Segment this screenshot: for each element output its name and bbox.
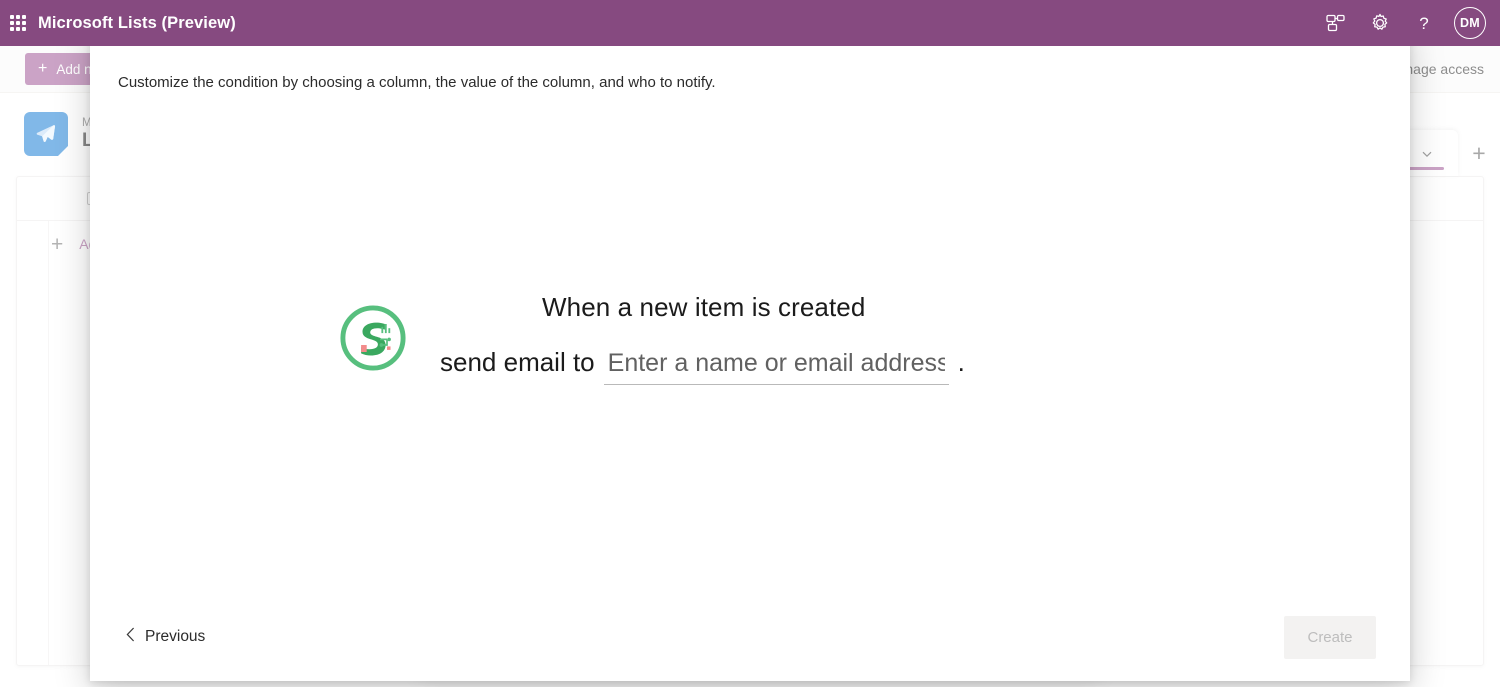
dialog-body: When a new item is created send email to…: [90, 91, 1410, 594]
rule-trailing-period: .: [958, 347, 965, 378]
previous-button[interactable]: Previous: [120, 619, 211, 655]
suite-actions: ? DM: [1318, 5, 1500, 41]
svg-text:?: ?: [1419, 14, 1428, 33]
meet-now-icon[interactable]: [1318, 5, 1354, 41]
dialog-subtitle: Customize the condition by choosing a co…: [118, 74, 1382, 91]
dialog-footer: Previous Create: [90, 593, 1410, 681]
rule-builder: When a new item is created send email to…: [440, 291, 1060, 386]
recipient-input[interactable]: [604, 347, 949, 385]
rule-action-prefix: send email to: [440, 347, 595, 378]
chevron-left-icon: [126, 627, 135, 647]
rule-action-row: send email to .: [440, 347, 1060, 385]
rule-condition-text: When a new item is created: [440, 291, 1060, 324]
create-button[interactable]: Create: [1284, 616, 1376, 659]
previous-button-label: Previous: [145, 628, 205, 646]
app-launcher-waffle-icon[interactable]: [8, 13, 28, 33]
green-circle-s-logo-watermark: [338, 303, 408, 373]
suite-title: Microsoft Lists (Preview): [38, 14, 236, 33]
help-question-icon[interactable]: ?: [1406, 5, 1442, 41]
suite-header-bar: Microsoft Lists (Preview) ? DM: [0, 0, 1500, 46]
gear-icon[interactable]: [1362, 5, 1398, 41]
create-rule-dialog: Create a rule Customize the condition by…: [90, 24, 1410, 681]
avatar[interactable]: DM: [1454, 7, 1486, 39]
